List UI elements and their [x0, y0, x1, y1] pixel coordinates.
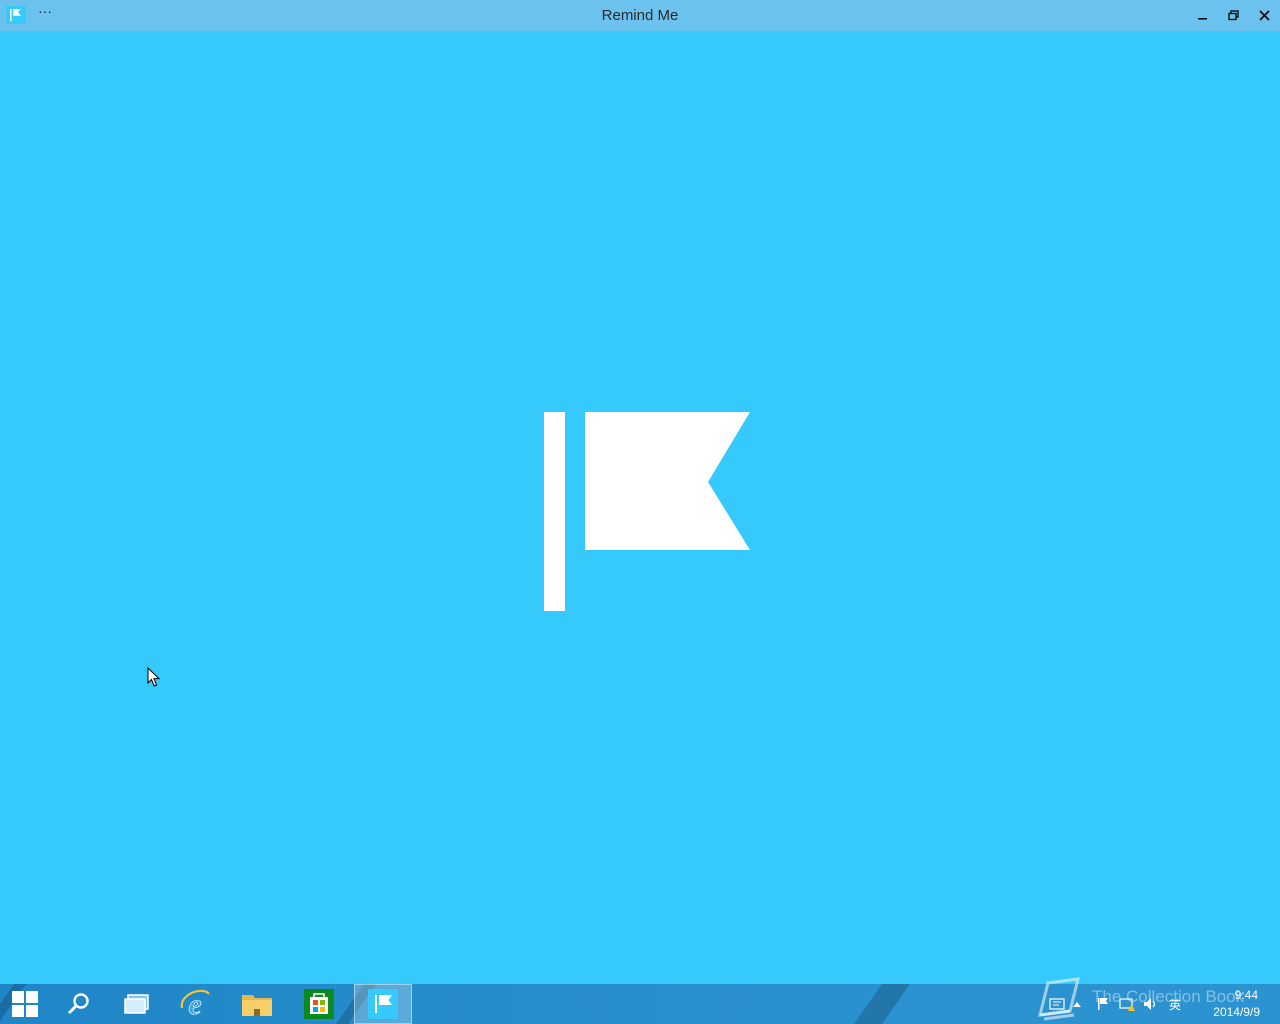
restore-button[interactable] — [1218, 0, 1249, 31]
minimize-icon — [1198, 18, 1207, 20]
file-explorer-button[interactable] — [228, 984, 286, 1024]
splash-flag-icon — [544, 412, 750, 611]
taskbar-stripe — [853, 984, 911, 1024]
app-menu-button[interactable]: ··· — [37, 4, 53, 21]
start-button[interactable] — [0, 984, 50, 1024]
search-icon — [67, 993, 89, 1015]
store-button[interactable] — [290, 984, 348, 1024]
folder-icon — [242, 995, 272, 1016]
store-icon — [304, 989, 334, 1019]
search-button[interactable] — [50, 984, 108, 1024]
app-flag-icon[interactable] — [6, 6, 26, 24]
title-bar: ··· Remind Me — [0, 0, 1280, 31]
internet-explorer-button[interactable]: e — [166, 984, 224, 1024]
remind-me-taskbar-button[interactable] — [354, 984, 412, 1024]
flag-icon — [368, 989, 398, 1019]
watermark: The Collection Book — [1032, 975, 1267, 1023]
task-view-icon — [124, 994, 149, 1014]
minimize-button[interactable] — [1187, 0, 1218, 31]
book-logo-icon — [1038, 977, 1080, 1021]
task-view-button[interactable] — [108, 984, 166, 1024]
watermark-text: The Collection Book — [1092, 987, 1245, 1006]
window-title: Remind Me — [601, 7, 679, 24]
close-icon — [1259, 10, 1270, 21]
close-button[interactable] — [1249, 0, 1280, 31]
internet-explorer-icon: e — [180, 988, 210, 1020]
restore-icon — [1228, 10, 1239, 21]
mouse-cursor-icon — [147, 667, 161, 687]
windows-logo-icon — [12, 991, 38, 1017]
